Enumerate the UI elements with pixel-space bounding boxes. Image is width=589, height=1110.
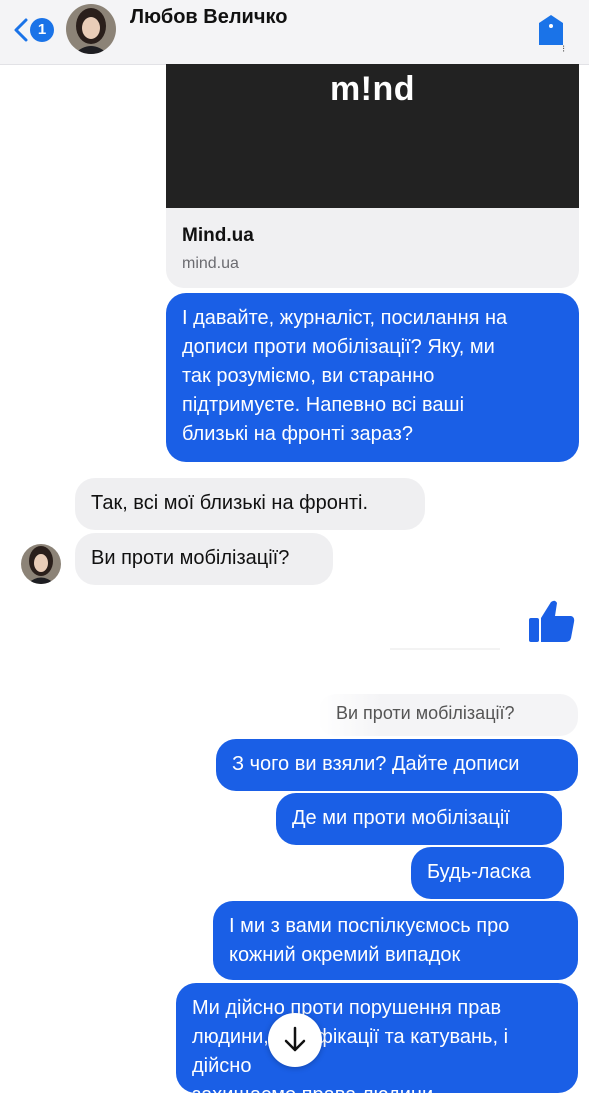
overflow-dots-icon: ⁝	[562, 44, 566, 55]
link-preview-card[interactable]: m!nd Mind.ua mind.ua	[166, 64, 579, 288]
reply-quote[interactable]: Ви проти мобілізації?	[318, 694, 578, 736]
message-bubble-incoming[interactable]: Ви проти мобілізації?	[75, 533, 333, 585]
link-title: Mind.ua	[182, 225, 254, 246]
chevron-left-icon	[14, 18, 28, 42]
info-icon	[539, 15, 563, 45]
thumbs-up-icon	[529, 600, 575, 642]
arrow-down-icon	[284, 1026, 306, 1052]
link-domain: mind.ua	[182, 255, 239, 272]
scroll-to-bottom-button[interactable]	[268, 1013, 322, 1067]
conversation-header: 1 Любов Величко ⁝	[0, 0, 589, 65]
sender-avatar[interactable]	[21, 544, 61, 584]
contact-name[interactable]: Любов Величко	[130, 6, 287, 29]
avatar[interactable]	[66, 4, 116, 54]
message-bubble-outgoing[interactable]: З чого ви взяли? Дайте дописи	[216, 739, 578, 791]
link-preview-image: m!nd	[166, 64, 579, 208]
like-message[interactable]	[527, 596, 577, 646]
mind-logo: m!nd	[329, 70, 416, 108]
unread-badge: 1	[30, 18, 54, 42]
message-bubble-outgoing[interactable]: І ми з вами поспілкуємось про кожний окр…	[213, 901, 578, 980]
back-button[interactable]: 1	[8, 10, 60, 48]
message-bubble-outgoing[interactable]: Будь-ласка	[411, 847, 564, 899]
message-bubble-incoming[interactable]: Так, всі мої близькі на фронті.	[75, 478, 425, 530]
message-bubble-outgoing[interactable]: Де ми проти мобілізації	[276, 793, 562, 845]
message-bubble-outgoing[interactable]: І давайте, журналіст, посилання на допис…	[166, 293, 579, 462]
divider	[390, 648, 500, 650]
